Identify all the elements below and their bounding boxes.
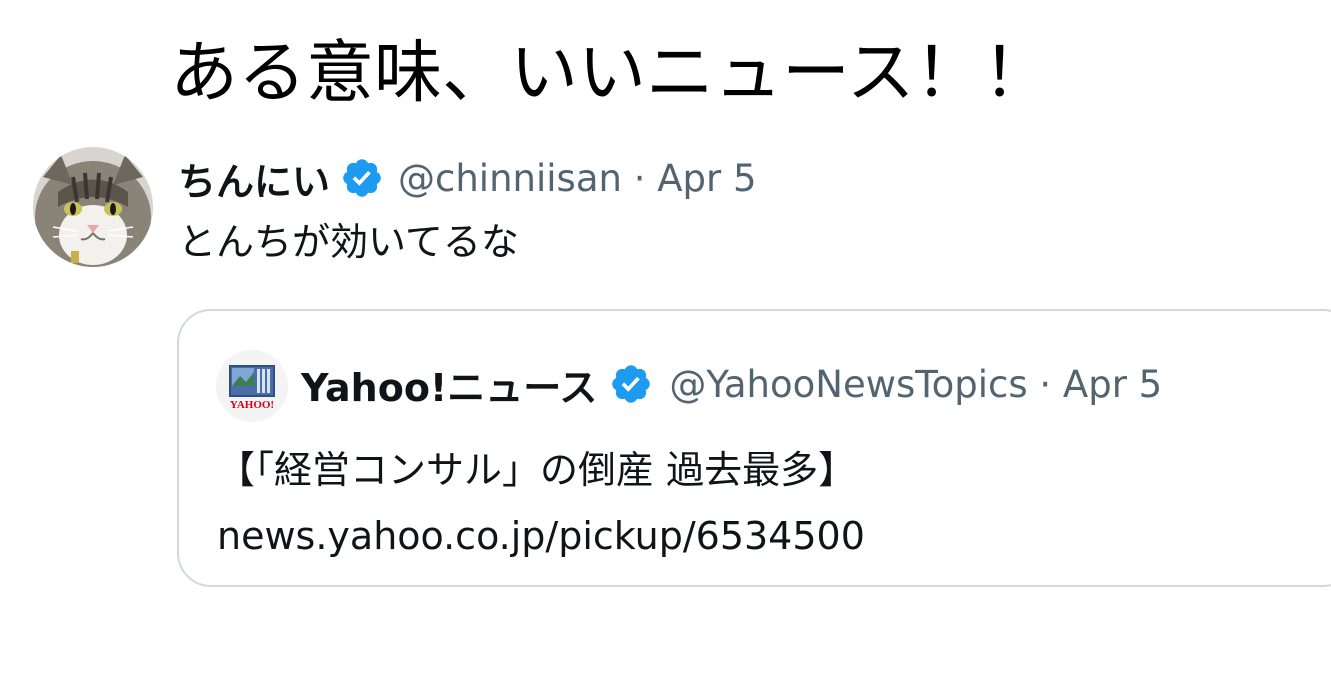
quoted-display-name[interactable]: Yahoo!ニュース — [301, 357, 597, 412]
quoted-tweet-text: 【「経営コンサル」の倒産 過去最多】 news.yahoo.co.jp/pick… — [217, 437, 865, 569]
meta-separator: · — [633, 156, 646, 200]
caption-heading: ある意味、いいニュース！！ — [170, 34, 1051, 113]
cat-avatar-icon — [33, 147, 153, 267]
quoted-date[interactable]: Apr 5 — [1063, 363, 1162, 406]
svg-text:YAHOO!: YAHOO! — [230, 399, 274, 411]
tweet-text: とんちが効いてるな — [178, 220, 519, 264]
tweet-date[interactable]: Apr 5 — [657, 157, 756, 200]
quoted-handle[interactable]: @YahooNewsTopics — [669, 363, 1027, 406]
quoted-tweet-header: Yahoo!ニュース @YahooNewsTopics · Apr 5 — [301, 357, 1162, 412]
quoted-avatar[interactable]: YAHOO! — [216, 350, 288, 422]
meta-separator: · — [1039, 362, 1052, 406]
quoted-headline: 【「経営コンサル」の倒産 過去最多】 — [217, 448, 857, 492]
verified-badge-icon — [340, 156, 384, 200]
tweet-handle[interactable]: @chinniisan — [398, 157, 622, 200]
tweet-header: ちんにい @chinniisan · Apr 5 — [178, 152, 757, 204]
quoted-link[interactable]: news.yahoo.co.jp/pickup/6534500 — [217, 503, 865, 569]
yahoo-news-logo-icon: YAHOO! — [216, 350, 288, 422]
user-avatar[interactable] — [33, 147, 153, 267]
verified-badge-icon — [609, 362, 653, 406]
display-name[interactable]: ちんにい — [178, 151, 330, 206]
screenshot-page: ある意味、いいニュース！！ ちんにい @chinniisan · Apr 5 と… — [0, 0, 1331, 677]
quoted-tweet-card[interactable]: YAHOO! Yahoo!ニュース @YahooNewsTopics · Apr… — [177, 309, 1331, 587]
